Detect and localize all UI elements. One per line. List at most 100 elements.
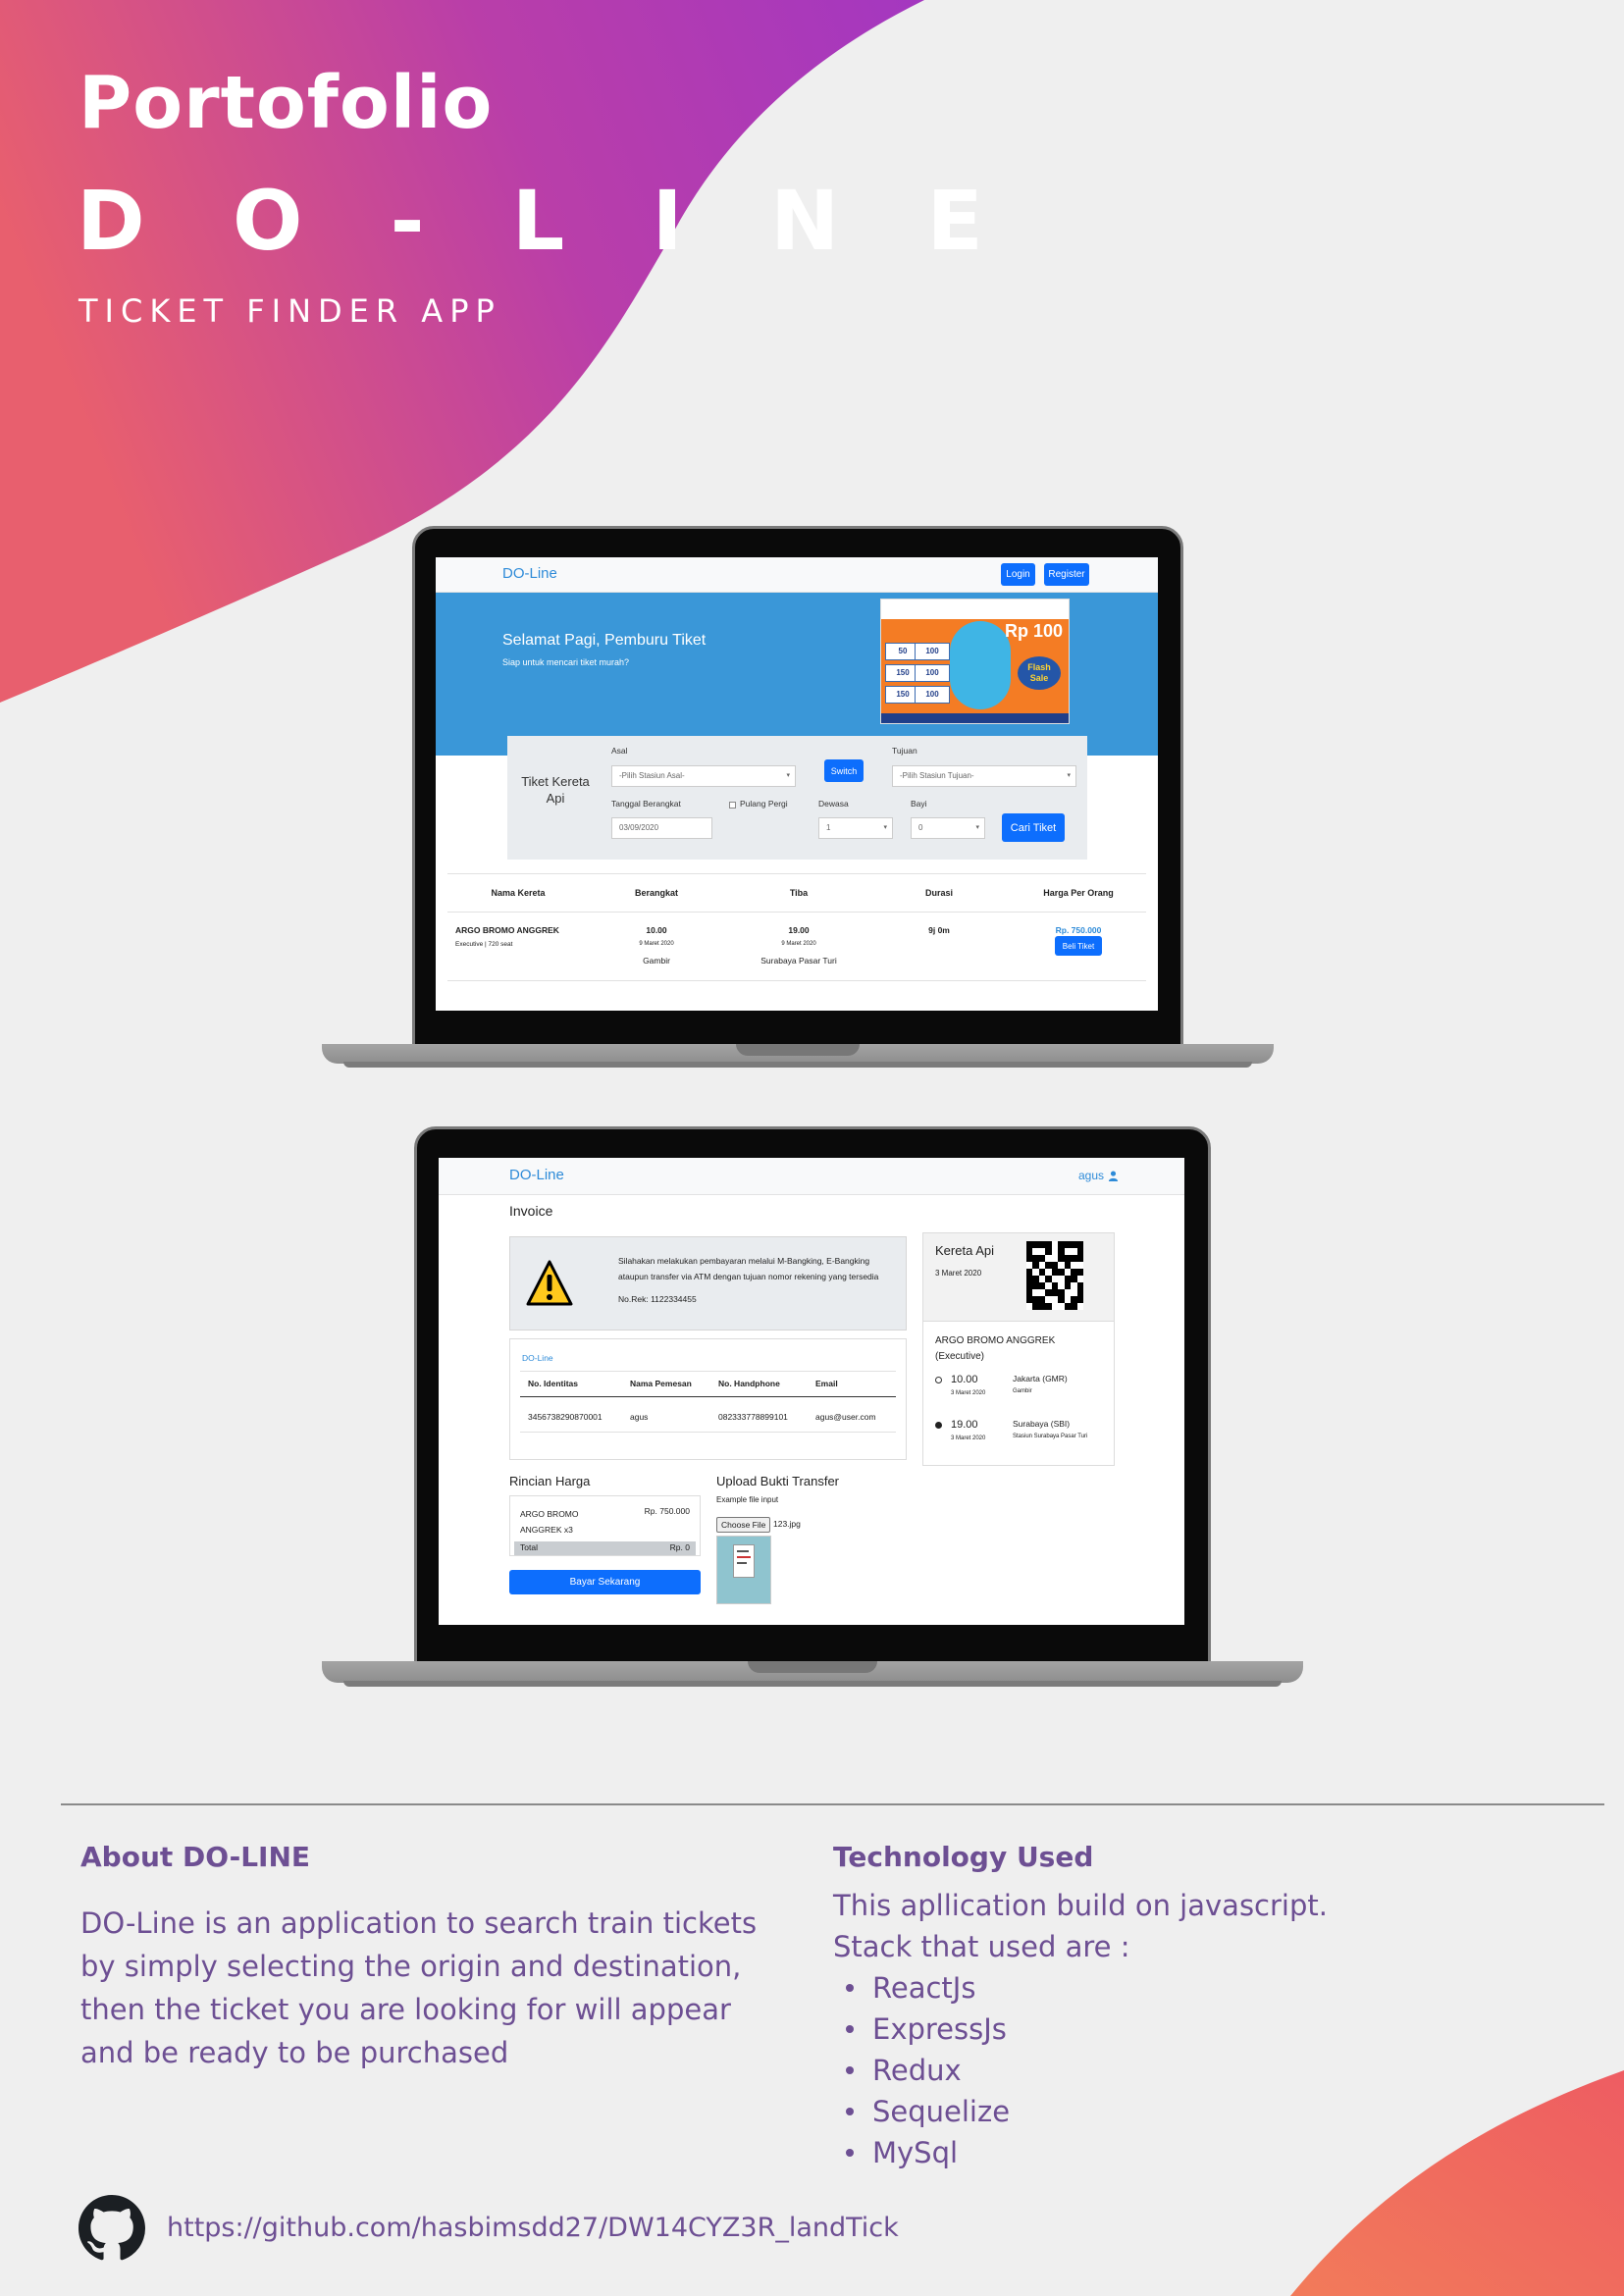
customer-card-brand: DO-Line <box>522 1353 553 1363</box>
arrival-marker <box>935 1422 942 1429</box>
register-button[interactable]: Register <box>1044 563 1089 586</box>
section-divider <box>61 1803 1604 1805</box>
user-name: agus <box>1078 1169 1105 1182</box>
choose-file-button[interactable]: Choose File <box>716 1517 771 1533</box>
chevron-down-icon: ▾ <box>1067 772 1071 779</box>
total-value: Rp. 0 <box>669 1542 690 1552</box>
column-header: Tiba <box>789 888 809 898</box>
navbar: DO-Line agus <box>439 1158 1184 1195</box>
table-row: ARGO BROMO ANGGREK Executive | 720 seat … <box>447 913 1146 981</box>
greeting-subtext: Siap untuk mencari tiket murah? <box>502 657 630 667</box>
list-item: MySql <box>833 2132 1010 2173</box>
technology-stack-list: ReactJs ExpressJs Redux Sequelize MySql <box>833 1967 1010 2173</box>
price-details-card: ARGO BROMO ANGGREK x3 Rp. 750.000 Total … <box>509 1495 701 1556</box>
selected-file-name: 123.jpg <box>773 1519 801 1529</box>
departure-marker <box>935 1377 942 1383</box>
destination-select-value: -Pilih Stasiun Tujuan- <box>900 771 974 780</box>
footer-gradient-shape <box>1290 2070 1624 2296</box>
origin-select[interactable]: -Pilih Stasiun Asal- ▾ <box>611 765 796 787</box>
ticket-date: 3 Maret 2020 <box>935 1269 982 1278</box>
ticket-search-form: Tiket Kereta Api Asal -Pilih Stasiun Asa… <box>507 736 1087 860</box>
column-header: Durasi <box>924 888 954 898</box>
infant-label: Bayi <box>911 799 927 809</box>
train-class: Executive | 720 seat <box>455 941 513 948</box>
table-cell: 082333778899101 <box>718 1412 788 1422</box>
payment-warning: Silahakan melakukan pembayaran melalui M… <box>509 1236 907 1331</box>
account-number: No.Rek: 1122334455 <box>618 1294 697 1304</box>
ticket-depart-date: 3 Maret 2020 <box>951 1390 986 1396</box>
column-header: No. Handphone <box>718 1379 780 1388</box>
results-table-header: Nama Kereta Berangkat Tiba Durasi Harga … <box>447 873 1146 913</box>
ticket-arrive-city: Surabaya (SBI) <box>1013 1419 1071 1429</box>
column-header: Harga Per Orang <box>1043 888 1114 898</box>
arrive-date: 9 Maret 2020 <box>781 941 816 947</box>
buy-ticket-button[interactable]: Beli Tiket <box>1055 936 1102 956</box>
round-trip-checkbox[interactable] <box>729 802 736 809</box>
promo-flash-badge: Flash Sale <box>1018 656 1061 690</box>
column-header: Email <box>815 1379 838 1388</box>
departure-date-input[interactable]: 03/09/2020 <box>611 817 712 839</box>
ticket-depart-time: 10.00 <box>951 1374 978 1385</box>
destination-select[interactable]: -Pilih Stasiun Tujuan- ▾ <box>892 765 1076 787</box>
promo-headline: Rp 100 <box>1004 621 1063 641</box>
table-cell: agus@user.com <box>815 1412 876 1422</box>
table-cell: agus <box>630 1412 649 1422</box>
trip-duration: 9j 0m <box>928 925 950 935</box>
laptop-mockup-search: DO-Line Login Register Selamat Pagi, Pem… <box>322 526 1274 1075</box>
ticket-price: Rp. 750.000 <box>1055 925 1102 935</box>
list-item: ExpressJs <box>833 2009 1010 2050</box>
greeting-text: Selamat Pagi, Pemburu Tiket <box>502 632 707 649</box>
chevron-down-icon: ▾ <box>883 824 887 831</box>
departure-date-label: Tanggal Berangkat <box>611 799 681 809</box>
promo-tag: 100 <box>915 664 950 682</box>
search-ticket-button[interactable]: Cari Tiket <box>1002 813 1065 842</box>
adult-label: Dewasa <box>818 799 849 809</box>
upload-preview-image <box>716 1536 771 1604</box>
ticket-arrive-date: 3 Maret 2020 <box>951 1435 986 1441</box>
invoice-title: Invoice <box>509 1203 553 1219</box>
upload-hint: Example file input <box>716 1495 779 1504</box>
user-icon <box>1108 1171 1119 1181</box>
technology-heading: Technology Used <box>833 1841 1094 1873</box>
navbar-brand[interactable]: DO-Line <box>509 1167 564 1183</box>
search-page-screen: DO-Line Login Register Selamat Pagi, Pem… <box>436 557 1158 1011</box>
column-header: Nama Kereta <box>491 888 546 898</box>
app-brand-title: D O - L I N E <box>77 173 1013 269</box>
adult-select[interactable]: 1 ▾ <box>818 817 893 839</box>
user-menu[interactable]: agus <box>1078 1169 1119 1182</box>
adult-select-value: 1 <box>826 823 831 832</box>
destination-label: Tujuan <box>892 746 917 756</box>
navbar-brand[interactable]: DO-Line <box>502 565 557 582</box>
warning-text: Silahakan melakukan pembayaran melalui M… <box>618 1256 879 1281</box>
upload-proof-title: Upload Bukti Transfer <box>716 1474 840 1488</box>
technology-intro: This apllication build on javascript. St… <box>833 1885 1328 1967</box>
ticket-card: Kereta Api 3 Maret 2020 ARGO BROMO ANGGR… <box>922 1232 1115 1466</box>
depart-date: 9 Maret 2020 <box>639 941 674 947</box>
price-item-name: ARGO BROMO ANGGREK x3 <box>520 1509 579 1535</box>
navbar: DO-Line Login Register <box>436 557 1158 593</box>
promo-banner-image: 50 100 150 100 150 100 Rp 100 Flash Sale <box>880 599 1070 724</box>
price-details-title: Rincian Harga <box>509 1474 591 1488</box>
laptop-mockup-invoice: DO-Line agus Invoice Silahakan melakukan… <box>322 1126 1303 1694</box>
infant-select[interactable]: 0 ▾ <box>911 817 985 839</box>
warning-icon <box>526 1260 573 1306</box>
ticket-arrive-station: Stasiun Surabaya Pasar Turi <box>1013 1434 1088 1439</box>
switch-button[interactable]: Switch <box>824 759 864 782</box>
page-title: Portofolio <box>79 61 494 145</box>
column-header: Berangkat <box>634 888 679 898</box>
pay-now-button[interactable]: Bayar Sekarang <box>509 1570 701 1594</box>
invoice-page-screen: DO-Line agus Invoice Silahakan melakukan… <box>439 1158 1184 1625</box>
arrive-station: Surabaya Pasar Turi <box>760 956 837 965</box>
qr-code <box>1026 1241 1083 1310</box>
ticket-depart-city: Jakarta (GMR) <box>1013 1374 1068 1383</box>
depart-station: Gambir <box>643 956 670 965</box>
ticket-train-name: ARGO BROMO ANGGREK (Executive) <box>935 1335 1056 1362</box>
price-item-value: Rp. 750.000 <box>644 1506 690 1516</box>
round-trip-label: Pulang Pergi <box>740 799 788 809</box>
origin-label: Asal <box>611 746 628 756</box>
github-link[interactable]: https://github.com/hasbimsdd27/DW14CYZ3R… <box>167 2213 899 2243</box>
login-button[interactable]: Login <box>1001 563 1035 586</box>
github-icon[interactable] <box>79 2195 145 2262</box>
app-subtitle: TICKET FINDER APP <box>79 292 501 330</box>
list-item: ReactJs <box>833 1967 1010 2009</box>
